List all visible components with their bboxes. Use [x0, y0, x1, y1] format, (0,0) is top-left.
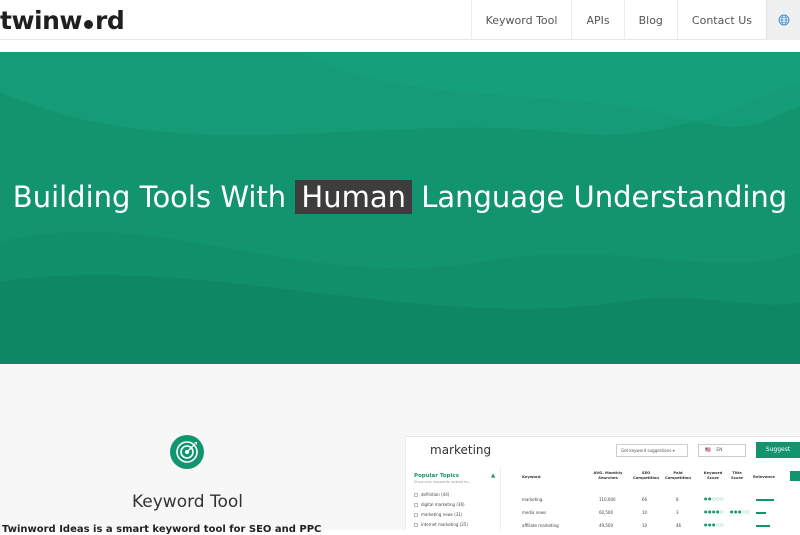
preview-row-keyword: affiliate marketing	[522, 523, 559, 528]
hero-title-end: Language Understanding	[411, 180, 788, 214]
language-button[interactable]	[766, 0, 800, 40]
globe-icon	[778, 14, 789, 26]
preview-col-seo: SEO Competition	[632, 470, 660, 480]
preview-topic-item: internet marketing (25)	[414, 522, 468, 527]
hero-banner: Building Tools With Human Language Under…	[0, 52, 800, 364]
keyword-tool-preview: marketing Get keyword suggestions ▾ 🇺🇸 E…	[405, 436, 800, 530]
preview-title-score-stars: ●●●○○	[730, 509, 750, 514]
preview-row-seo: 66	[642, 497, 648, 502]
logo-dot-icon	[84, 19, 94, 29]
logo-text: twinw	[0, 5, 83, 35]
nav-link-apis[interactable]: APIs	[571, 0, 623, 40]
preview-col-keyword: Keyword	[522, 474, 541, 479]
preview-keyword-score-stars: ●●●●○	[704, 509, 724, 514]
preview-topics-subtitle: Show only keywords related to...	[414, 480, 472, 484]
preview-suggest-button: Suggest	[756, 442, 800, 458]
preview-relevance-bar	[756, 499, 774, 501]
hero-title-highlight: Human	[295, 180, 412, 214]
logo-text-suffix: rd	[95, 5, 125, 35]
hero-title: Building Tools With Human Language Under…	[0, 180, 800, 214]
feature-title: Keyword Tool	[131, 492, 244, 512]
preview-relevance-bar	[756, 525, 770, 527]
preview-language-select: 🇺🇸 EN	[698, 444, 746, 457]
preview-col-paid: Paid Competition	[664, 470, 692, 480]
preview-col-title-score: Title Score	[730, 470, 744, 480]
preview-row-searches: 110,000	[599, 497, 616, 502]
preview-row-searches: 49,500	[599, 523, 613, 528]
preview-row-paid: 3	[676, 510, 679, 515]
nav-link-blog[interactable]: Blog	[623, 0, 677, 40]
preview-topic-item: digital marketing (36)	[414, 502, 465, 507]
preview-topic-item: definition (44)	[414, 492, 449, 497]
preview-topic-item: marketing news (31)	[414, 512, 463, 517]
preview-row-seo: 10	[642, 510, 648, 515]
preview-col-searches: AVG. Monthly Searches	[593, 470, 623, 480]
preview-relevance-bar	[756, 512, 766, 514]
preview-row-keyword: marketing	[522, 497, 543, 502]
nav-link-contact-us[interactable]: Contact Us	[676, 0, 766, 40]
target-icon	[170, 435, 204, 469]
preview-row-seo: 10	[642, 523, 648, 528]
preview-topics-title-text: Popular Topics	[414, 473, 460, 479]
hero-title-start: Building Tools With	[12, 180, 296, 214]
preview-suggestion-select: Get keyword suggestions ▾	[616, 444, 688, 457]
preview-download-icon	[790, 471, 800, 481]
preview-row-keyword: media news	[522, 510, 547, 515]
preview-select-label: Get keyword suggestions	[621, 448, 672, 453]
preview-keyword-score-stars: ●●○○○	[704, 496, 724, 501]
preview-popular-topics: Popular Topics ▲ Show only keywords rela…	[406, 467, 501, 530]
preview-topics-title: Popular Topics ▲	[414, 473, 496, 479]
top-navbar: twinw rd Keyword Tool APIs Blog Contact U…	[0, 0, 800, 40]
preview-query: marketing	[430, 443, 492, 457]
twinword-logo[interactable]: twinw rd	[0, 4, 125, 36]
nav-link-keyword-tool[interactable]: Keyword Tool	[470, 0, 572, 40]
preview-col-keyword-score: Keyword Score	[703, 470, 723, 480]
preview-language-label: EN	[716, 448, 723, 453]
preview-col-relevance: Relevance	[753, 474, 775, 479]
preview-keyword-score-stars: ●●●○○	[704, 522, 724, 527]
nav-links: Keyword Tool APIs Blog Contact Us	[470, 0, 800, 40]
preview-row-paid: 8	[676, 497, 679, 502]
preview-row-paid: 46	[676, 523, 682, 528]
preview-row-searches: 60,500	[599, 510, 613, 515]
